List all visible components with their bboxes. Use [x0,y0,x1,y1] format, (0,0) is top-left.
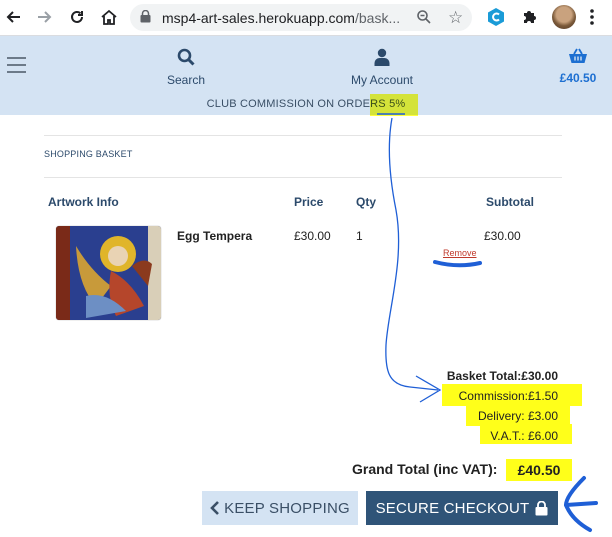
commission-banner: CLUB COMMISSION ON ORDERS 5% [0,98,612,110]
extension-hexagon-icon[interactable] [486,7,506,27]
column-header-artwork: Artwork Info [48,195,119,209]
column-header-price: Price [294,195,324,209]
column-header-subtotal: Subtotal [486,195,534,209]
back-arrow-icon[interactable] [2,6,24,28]
nav-basket[interactable]: £40.50 [556,48,600,85]
item-title: Egg Tempera [177,229,253,243]
secure-checkout-label: SECURE CHECKOUT [375,499,530,517]
address-bar[interactable]: msp4-art-sales.herokuapp.com/bask... ☆ [130,4,472,31]
site-header: Search My Account £40.50 CLUB COMMISSION… [0,36,612,115]
column-header-qty: Qty [356,195,377,209]
item-subtotal: £30.00 [484,229,521,243]
keep-shopping-label: KEEP SHOPPING [224,499,350,517]
reload-icon[interactable] [66,6,88,28]
artwork-thumbnail[interactable] [56,226,161,320]
grand-total-label: Grand Total (inc VAT): [352,461,498,477]
annotation-checkout-arrowhead [563,476,592,532]
nav-search-label: Search [166,73,206,87]
profile-avatar[interactable] [552,5,576,29]
delivery-total: Delivery: £3.00 [477,409,558,423]
keep-shopping-button[interactable]: KEEP SHOPPING [202,491,358,525]
address-url: msp4-art-sales.herokuapp.com/bask... [162,10,401,26]
basket-total-nav: £40.50 [559,71,597,85]
search-icon [177,48,195,66]
secure-checkout-button[interactable]: SECURE CHECKOUT [366,491,558,525]
browser-menu-icon[interactable] [590,8,594,26]
basket-total: Basket Total:£30.00 [446,369,558,383]
annotation-arrowhead [415,375,442,403]
grand-total-value: £40.50 [506,459,572,481]
zoom-icon[interactable] [416,9,432,25]
annotation-connector-line [385,117,439,391]
lock-icon [535,500,548,515]
vat-total: V.A.T.: £6.00 [490,429,558,443]
home-icon[interactable] [98,6,120,28]
extensions-puzzle-icon[interactable] [520,7,540,27]
chevron-left-icon [210,501,220,515]
commission-total: Commission:£1.50 [458,389,558,403]
section-title: SHOPPING BASKET [44,149,133,159]
annotation-remove-underline [433,260,482,268]
hamburger-menu-icon[interactable] [7,57,26,73]
item-qty: 1 [356,229,363,243]
basket-icon [569,48,587,63]
divider [44,177,562,178]
browser-toolbar: msp4-art-sales.herokuapp.com/bask... ☆ [0,0,612,36]
nav-search[interactable]: Search [161,48,211,87]
highlight-commission-rate [370,94,418,116]
nav-my-account[interactable]: My Account [346,48,418,87]
lock-icon [140,10,151,23]
forward-arrow-icon[interactable] [34,6,56,28]
user-icon [374,48,390,66]
remove-item-link[interactable]: Remove [443,248,477,258]
nav-account-label: My Account [350,73,414,87]
divider [44,135,562,136]
bookmark-star-icon[interactable]: ☆ [448,8,463,28]
annotation-checkout-arrow-shaft [564,501,598,507]
item-price: £30.00 [294,229,331,243]
